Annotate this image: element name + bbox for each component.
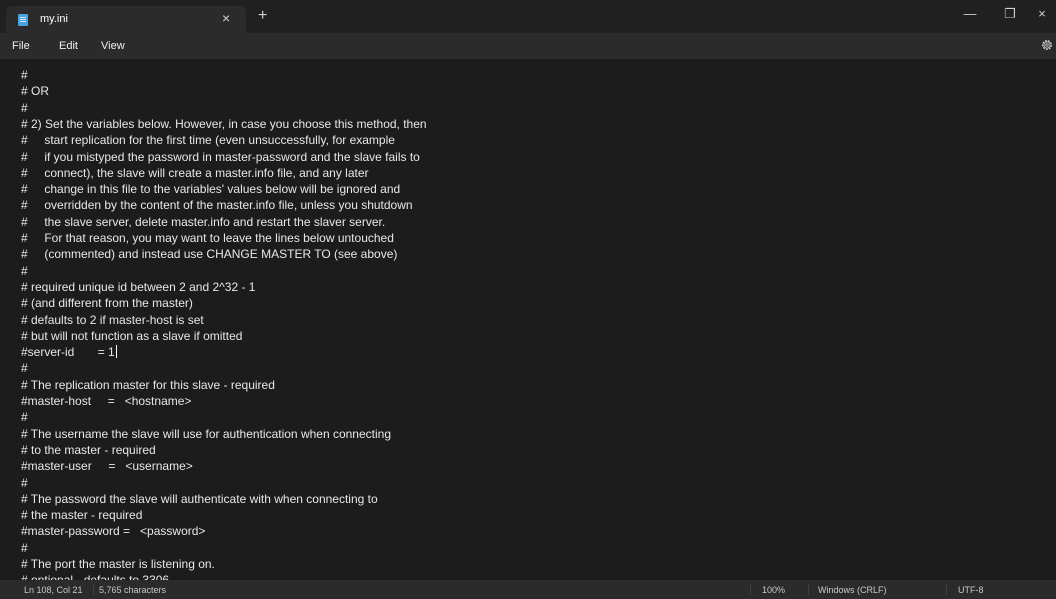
zoom-level[interactable]: 100%	[762, 585, 785, 595]
code-line: #	[21, 410, 28, 425]
status-divider	[946, 584, 947, 595]
cursor-position[interactable]: Ln 108, Col 21	[24, 585, 83, 595]
notepad-icon	[18, 14, 28, 26]
code-line: #	[21, 100, 28, 115]
code-line: #	[21, 68, 28, 82]
code-line: # The password the slave will authentica…	[21, 491, 378, 506]
tab-my-ini[interactable]: my.ini ×	[6, 6, 246, 33]
status-divider	[750, 584, 751, 595]
status-divider	[93, 584, 94, 595]
code-line: # the slave server, delete master.info a…	[21, 214, 386, 229]
code-line: #	[21, 540, 28, 555]
tab-close-button[interactable]: ×	[222, 10, 230, 26]
code-line: # the master - required	[21, 508, 143, 523]
code-line: # The replication master for this slave …	[21, 377, 275, 392]
maximize-button[interactable]: ❐	[995, 6, 1025, 26]
code-line: #server-id = 1	[21, 345, 117, 360]
menu-file[interactable]: File	[12, 40, 30, 52]
status-divider	[808, 584, 809, 595]
code-line: # (commented) and instead use CHANGE MAS…	[21, 247, 398, 262]
title-bar: my.ini × + — ❐ ×	[0, 0, 1056, 33]
code-line: # The port the master is listening on.	[21, 557, 215, 571]
code-line: #	[21, 361, 28, 376]
code-line: # to the master - required	[21, 442, 156, 457]
menu-edit[interactable]: Edit	[59, 40, 78, 52]
tab-title: my.ini	[40, 13, 68, 25]
code-line: # required unique id between 2 and 2^32 …	[21, 279, 256, 294]
encoding[interactable]: UTF-8	[958, 585, 984, 595]
code-line: # defaults to 2 if master-host is set	[21, 312, 204, 327]
code-line: #	[21, 263, 28, 278]
status-bar: Ln 108, Col 21 5,765 characters 100% Win…	[0, 580, 1056, 599]
code-line: # if you mistyped the password in master…	[21, 149, 420, 164]
code-line: #master-host = <hostname>	[21, 394, 192, 408]
code-line: # For that reason, you may want to leave…	[21, 231, 394, 245]
code-line: # change in this file to the variables' …	[21, 182, 401, 197]
code-line: #master-password = <password>	[21, 524, 206, 539]
code-line: # connect), the slave will create a mast…	[21, 165, 369, 180]
menu-view[interactable]: View	[101, 40, 125, 52]
minimize-button[interactable]: —	[955, 6, 985, 26]
code-line: #	[21, 475, 28, 490]
code-line: # (and different from the master)	[21, 296, 193, 311]
gear-icon[interactable]	[1040, 38, 1054, 52]
code-line: # overridden by the content of the maste…	[21, 198, 413, 213]
code-line: # start replication for the first time (…	[21, 133, 395, 148]
code-line: # optional - defaults to 3306	[21, 572, 169, 580]
code-line: #master-user = <username>	[21, 459, 193, 474]
partial-line-mask	[0, 59, 1056, 65]
text-cursor	[115, 345, 117, 359]
character-count: 5,765 characters	[99, 585, 167, 595]
menu-bar: File Edit View	[0, 33, 1056, 59]
text-editor[interactable]: # # OR # # 2) Set the variables below. Howe…	[0, 59, 1056, 580]
line-ending[interactable]: Windows (CRLF)	[818, 585, 887, 595]
code-line: # OR	[21, 84, 50, 99]
code-line: # 2) Set the variables below. However, i…	[21, 116, 427, 131]
code-line: # but will not function as a slave if om…	[21, 328, 243, 343]
close-window-button[interactable]: ×	[1030, 6, 1054, 26]
code-line: # The username the slave will use for au…	[21, 426, 392, 441]
new-tab-button[interactable]: +	[258, 8, 267, 24]
